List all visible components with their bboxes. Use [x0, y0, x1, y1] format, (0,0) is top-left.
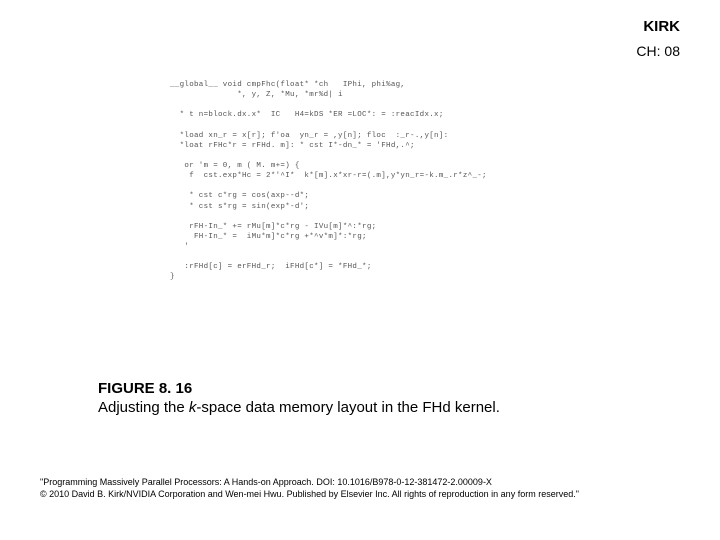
header-kirk: KIRK	[636, 18, 680, 35]
figure-desc-pre: Adjusting the	[98, 399, 189, 416]
header-chapter: CH: 08	[636, 43, 680, 59]
footer-line1: "Programming Massively Parallel Processo…	[40, 476, 680, 488]
footer-citation: "Programming Massively Parallel Processo…	[40, 476, 680, 500]
figure-description: Adjusting the k-space data memory layout…	[98, 399, 500, 416]
figure-number: FIGURE 8. 16	[98, 380, 500, 397]
figure-caption: FIGURE 8. 16 Adjusting the k-space data …	[98, 380, 500, 416]
figure-desc-post: -space data memory layout in the FHd ker…	[196, 399, 499, 416]
page-header: KIRK CH: 08	[636, 18, 680, 59]
footer-line2: © 2010 David B. Kirk/NVIDIA Corporation …	[40, 488, 680, 500]
code-listing: __global__ void cmpFhc(float* *ch IPhi, …	[170, 80, 487, 283]
